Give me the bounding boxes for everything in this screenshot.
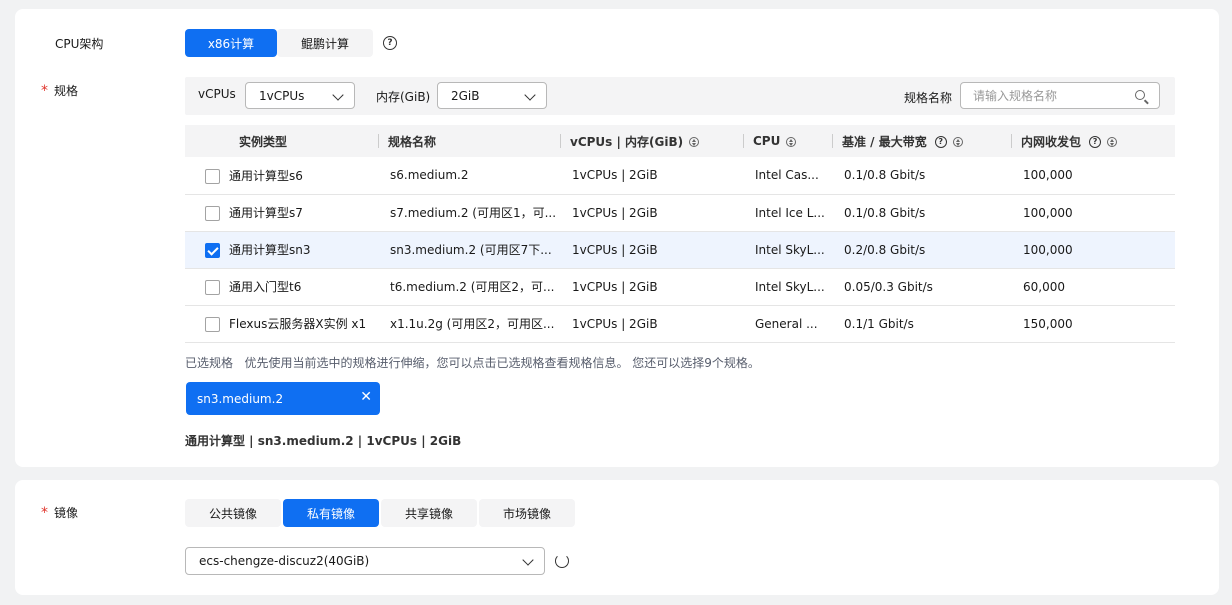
row-bandwidth: 0.1/0.8 Gbit/s xyxy=(832,194,1011,232)
required-mark: * xyxy=(41,83,48,99)
refresh-icon[interactable] xyxy=(555,554,569,568)
spec-name-search-input[interactable]: 请输入规格名称 xyxy=(960,82,1160,109)
cpu-arch-kunpeng-button[interactable]: 鲲鹏计算 xyxy=(277,29,373,57)
spec-table: 实例类型 规格名称 vCPUs | 内存(GiB) CPU 基准 / 最大带宽?… xyxy=(185,125,1175,343)
memory-select-value: 2GiB xyxy=(451,88,480,103)
row-checkbox[interactable] xyxy=(205,168,220,184)
close-icon[interactable]: ✕ xyxy=(360,389,372,405)
spec-filter-bar: vCPUs 1vCPUs 内存(GiB) 2GiB 规格名称 请输入规格名称 xyxy=(185,77,1175,115)
spec-name-label: 规格名称 xyxy=(904,91,953,105)
required-mark: * xyxy=(41,505,48,521)
sort-icon[interactable] xyxy=(952,137,963,147)
image-label: * 镜像 xyxy=(41,504,78,521)
row-cpu: General ... xyxy=(743,305,832,343)
cpu-arch-label: CPU架构 xyxy=(55,37,104,51)
chevron-down-icon xyxy=(522,554,534,566)
tab-public-image[interactable]: 公共镜像 xyxy=(185,499,281,527)
vcpus-select[interactable]: 1vCPUs xyxy=(245,82,355,109)
selected-spec-chip[interactable]: sn3.medium.2 ✕ xyxy=(186,382,380,415)
row-vcpu-mem: 1vCPUs | 2GiB xyxy=(560,231,743,269)
tab-market-image[interactable]: 市场镜像 xyxy=(479,499,575,527)
tab-private-image[interactable]: 私有镜像 xyxy=(283,499,379,527)
row-bandwidth: 0.2/0.8 Gbit/s xyxy=(832,231,1011,269)
row-bandwidth: 0.05/0.3 Gbit/s xyxy=(832,268,1011,306)
row-checkbox[interactable] xyxy=(205,317,220,332)
spec-card: CPU架构 x86计算 鲲鹏计算 ? * 规格 vCPUs 1vCPUs 内存(G… xyxy=(15,9,1219,467)
row-spec-name: x1.1u.2g (可用区2，可用区... xyxy=(378,305,560,343)
selected-spec-hint: 优先使用当前选中的规格进行伸缩，您可以点击已选规格查看规格信息。 您还可以选择9… xyxy=(244,356,760,370)
table-row-selected[interactable]: 通用计算型sn3 sn3.medium.2 (可用区7下... 1vCPUs |… xyxy=(185,231,1175,269)
row-spec-name: sn3.medium.2 (可用区7下... xyxy=(378,231,560,269)
help-icon[interactable]: ? xyxy=(383,36,397,50)
table-row[interactable]: 通用入门型t6 t6.medium.2 (可用区2，可... 1vCPUs | … xyxy=(185,268,1175,306)
row-pps: 60,000 xyxy=(1011,268,1175,306)
col-cpu[interactable]: CPU xyxy=(743,125,832,157)
row-checkbox-checked[interactable] xyxy=(205,243,220,258)
row-checkbox[interactable] xyxy=(205,206,220,221)
image-card: * 镜像 公共镜像 私有镜像 共享镜像 市场镜像 ecs-chengze-disc… xyxy=(15,480,1219,595)
help-icon[interactable]: ? xyxy=(934,136,947,148)
row-vcpu-mem: 1vCPUs | 2GiB xyxy=(560,194,743,232)
col-pps[interactable]: 内网收发包? xyxy=(1011,125,1175,157)
row-spec-name: s7.medium.2 (可用区1，可... xyxy=(378,194,560,232)
table-row[interactable]: Flexus云服务器X实例 x1 x1.1u.2g (可用区2，可用区... 1… xyxy=(185,305,1175,343)
tab-shared-image[interactable]: 共享镜像 xyxy=(381,499,477,527)
selected-spec-summary: 通用计算型 | sn3.medium.2 | 1vCPUs | 2GiB xyxy=(185,434,462,448)
col-instance-type: 实例类型 xyxy=(185,125,378,157)
row-vcpu-mem: 1vCPUs | 2GiB xyxy=(560,305,743,343)
row-type: 通用计算型s6 xyxy=(229,168,303,183)
sort-icon[interactable] xyxy=(689,137,700,147)
selected-spec-chip-label: sn3.medium.2 xyxy=(197,391,284,406)
row-pps: 100,000 xyxy=(1011,157,1175,195)
sort-icon[interactable] xyxy=(786,136,797,147)
row-checkbox[interactable] xyxy=(205,280,220,295)
row-cpu: Intel SkyL... xyxy=(743,268,832,306)
image-select-value: ecs-chengze-discuz2(40GiB) xyxy=(199,554,370,568)
memory-select[interactable]: 2GiB xyxy=(437,82,547,109)
selected-spec-info: 已选规格 优先使用当前选中的规格进行伸缩，您可以点击已选规格查看规格信息。 您还… xyxy=(185,354,760,371)
image-label-text: 镜像 xyxy=(54,506,79,520)
row-cpu: Intel SkyL... xyxy=(743,231,832,269)
row-vcpu-mem: 1vCPUs | 2GiB xyxy=(560,268,743,306)
spec-label: * 规格 xyxy=(41,82,78,99)
row-cpu: Intel Cas... xyxy=(743,157,832,195)
col-spec-name: 规格名称 xyxy=(378,125,560,157)
row-type: 通用入门型t6 xyxy=(229,280,302,294)
row-pps: 100,000 xyxy=(1011,194,1175,232)
vcpus-select-value: 1vCPUs xyxy=(259,88,305,103)
row-type: Flexus云服务器X实例 x1 xyxy=(229,317,367,331)
selected-spec-label: 已选规格 xyxy=(185,356,234,370)
row-cpu: Intel Ice L... xyxy=(743,194,832,232)
help-icon[interactable]: ? xyxy=(1089,136,1102,148)
table-row[interactable]: 通用计算型s6 s6.medium.2 1vCPUs | 2GiB Intel … xyxy=(185,157,1175,195)
row-spec-name: t6.medium.2 (可用区2，可... xyxy=(378,268,560,306)
image-select[interactable]: ecs-chengze-discuz2(40GiB) xyxy=(185,547,545,575)
row-bandwidth: 0.1/1 Gbit/s xyxy=(832,305,1011,343)
row-type: 通用计算型s7 xyxy=(229,206,303,220)
row-type: 通用计算型sn3 xyxy=(229,243,311,257)
row-vcpu-mem: 1vCPUs | 2GiB xyxy=(560,157,743,195)
search-placeholder: 请输入规格名称 xyxy=(973,89,1058,103)
col-bandwidth[interactable]: 基准 / 最大带宽? xyxy=(832,125,1011,157)
row-spec-name: s6.medium.2 xyxy=(378,157,560,195)
table-row[interactable]: 通用计算型s7 s7.medium.2 (可用区1，可... 1vCPUs | … xyxy=(185,194,1175,232)
table-header-row: 实例类型 规格名称 vCPUs | 内存(GiB) CPU 基准 / 最大带宽?… xyxy=(185,125,1175,157)
col-vcpu-mem[interactable]: vCPUs | 内存(GiB) xyxy=(560,125,743,157)
row-bandwidth: 0.1/0.8 Gbit/s xyxy=(832,157,1011,195)
vcpus-filter-label: vCPUs xyxy=(198,87,236,101)
row-pps: 150,000 xyxy=(1011,305,1175,343)
memory-filter-label: 内存(GiB) xyxy=(376,90,431,104)
spec-label-text: 规格 xyxy=(54,84,79,98)
search-icon[interactable] xyxy=(1135,90,1145,100)
chevron-down-icon xyxy=(524,89,536,101)
row-pps: 100,000 xyxy=(1011,231,1175,269)
cpu-arch-x86-button[interactable]: x86计算 xyxy=(185,29,277,57)
sort-icon[interactable] xyxy=(1107,137,1118,147)
chevron-down-icon xyxy=(332,89,344,101)
